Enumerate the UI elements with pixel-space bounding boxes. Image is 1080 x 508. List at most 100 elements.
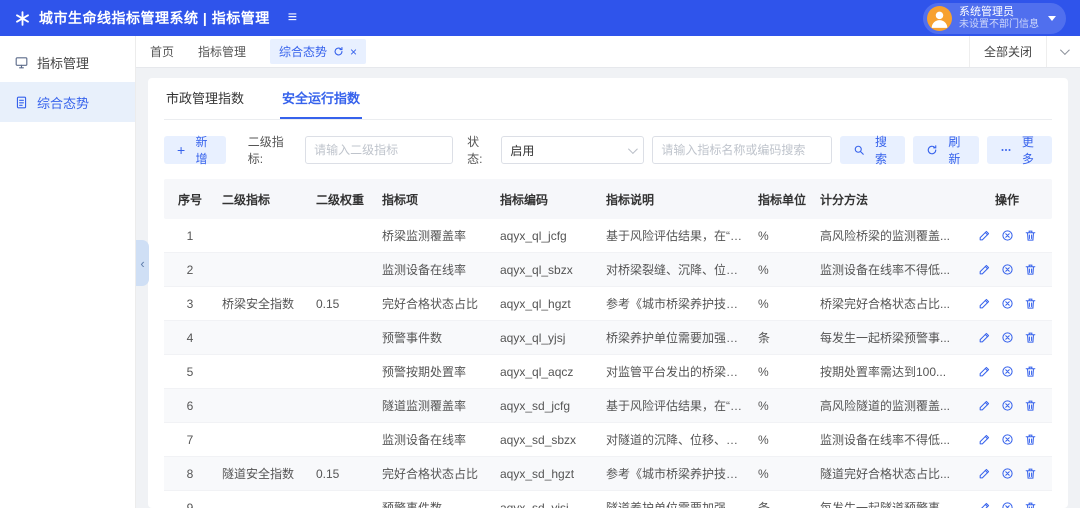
- chevron-down-icon: [628, 143, 639, 154]
- level-filter-input[interactable]: [305, 136, 454, 164]
- cell-desc: 隧道养护单位需要加强日常巡...: [606, 501, 752, 508]
- tab-safety-operation-index[interactable]: 安全运行指数: [280, 78, 363, 119]
- edit-icon[interactable]: [978, 433, 991, 446]
- more-button[interactable]: 更多: [986, 135, 1053, 166]
- user-menu[interactable]: 系统管理员 未设置不部门信息: [923, 2, 1066, 34]
- cell-unit: %: [758, 398, 769, 413]
- cell-item: 预警按期处置率: [382, 365, 467, 379]
- cell-method: 高风险隧道的监测覆盖...: [820, 399, 951, 413]
- cell-weight: 0.15: [316, 466, 340, 481]
- cell-no: 3: [186, 296, 194, 311]
- close-icon[interactable]: ×: [350, 46, 357, 58]
- delete-icon[interactable]: [1024, 399, 1037, 412]
- column-header: 二级权重: [316, 192, 365, 207]
- cell-method: 桥梁完好合格状态占比...: [820, 297, 951, 311]
- tab-comprehensive-situation[interactable]: 综合态势 ×: [270, 39, 367, 64]
- refresh-button[interactable]: 刷新: [913, 135, 979, 166]
- row-actions: [962, 331, 1052, 344]
- column-header: 指标编码: [500, 192, 549, 207]
- disable-icon[interactable]: [1001, 365, 1014, 378]
- hamburger-menu-icon[interactable]: ≡: [288, 9, 297, 27]
- tab-label: 综合态势: [279, 45, 328, 59]
- add-button[interactable]: + 新增: [164, 135, 226, 166]
- search-input[interactable]: [652, 136, 832, 164]
- indicators-table: 序号 二级指标 二级权重 指标项 指标编码 指标说明 指标单位 计分方法 操作 1 桥梁监测覆盖率…: [164, 179, 1052, 508]
- disable-icon[interactable]: [1001, 501, 1014, 508]
- disable-icon[interactable]: [1001, 433, 1014, 446]
- app-window: 城市生命线指标管理系统 | 指标管理 ≡ 系统管理员 未设置不部门信息 指标管理…: [0, 0, 1080, 508]
- delete-icon[interactable]: [1024, 297, 1037, 310]
- tab-home[interactable]: 首页: [150, 43, 174, 60]
- edit-icon[interactable]: [978, 399, 991, 412]
- cell-code: aqyx_sd_sbzx: [500, 432, 577, 447]
- tab-indicator-management[interactable]: 指标管理: [198, 43, 246, 60]
- cell-code: aqyx_ql_aqcz: [500, 364, 574, 379]
- edit-icon[interactable]: [978, 297, 991, 310]
- cell-code: aqyx_ql_sbzx: [500, 262, 573, 277]
- status-select[interactable]: 启用: [501, 136, 645, 164]
- row-actions: [962, 501, 1052, 508]
- tags-right-controls: 全部关闭: [968, 36, 1080, 67]
- user-department: 未设置不部门信息: [959, 18, 1039, 30]
- app-title: 城市生命线指标管理系统 | 指标管理: [39, 10, 270, 26]
- edit-icon[interactable]: [978, 501, 991, 508]
- delete-icon[interactable]: [1024, 229, 1037, 242]
- monitor-icon: [14, 55, 29, 70]
- cell-no: 1: [186, 228, 194, 243]
- refresh-button-label: 刷新: [948, 135, 961, 166]
- row-actions: [962, 229, 1052, 242]
- row-actions: [962, 433, 1052, 446]
- sidebar-collapse-handle[interactable]: ‹: [136, 240, 149, 286]
- table-row: 7 监测设备在线率 aqyx_sd_sbzx 对隧道的沉降、位移、裂缝、...% 监测设…: [164, 423, 1052, 457]
- level-filter-label: 二级指标:: [247, 135, 284, 166]
- sidebar-item-indicator-management[interactable]: 指标管理: [0, 42, 135, 82]
- table-row: 1 桥梁监测覆盖率 aqyx_ql_jcfg 基于风险评估结果，在“三高”桥...% 高…: [164, 219, 1052, 253]
- tab-municipal-index[interactable]: 市政管理指数: [164, 78, 246, 119]
- close-all-button[interactable]: 全部关闭: [968, 36, 1046, 67]
- table-row: 8 隧道安全指数 0.15 完好合格状态占比 aqyx_sd_hgzt 参考《城市桥梁养护…: [164, 457, 1052, 491]
- more-button-label: 更多: [1021, 135, 1034, 166]
- disable-icon[interactable]: [1001, 399, 1014, 412]
- delete-icon[interactable]: [1024, 433, 1037, 446]
- edit-icon[interactable]: [978, 331, 991, 344]
- cell-desc: 基于风险评估结果，在“三高”桥...: [606, 229, 752, 243]
- app-logo-icon: [14, 10, 31, 27]
- cell-item: 预警事件数: [382, 501, 443, 508]
- table-row: 9 预警事件数 aqyx_sd_yjsj 隧道养护单位需要加强日常巡... 条 每发生一起…: [164, 491, 1052, 508]
- cell-unit: %: [758, 228, 769, 243]
- delete-icon[interactable]: [1024, 331, 1037, 344]
- disable-icon[interactable]: [1001, 229, 1014, 242]
- sidebar-item-comprehensive-situation[interactable]: 综合态势: [0, 82, 135, 122]
- cell-method: 高风险桥梁的监测覆盖...: [820, 229, 951, 243]
- row-actions: [962, 399, 1052, 412]
- chevron-down-icon[interactable]: [1046, 36, 1080, 67]
- search-button-label: 搜索: [874, 135, 887, 166]
- edit-icon[interactable]: [978, 229, 991, 242]
- column-header: 操作: [994, 192, 1019, 207]
- topbar-left: 城市生命线指标管理系统 | 指标管理 ≡: [14, 8, 297, 28]
- sidebar-item-label: 综合态势: [37, 95, 90, 111]
- cell-no: 6: [186, 398, 194, 413]
- edit-icon[interactable]: [978, 467, 991, 480]
- edit-icon[interactable]: [978, 263, 991, 276]
- plus-icon: +: [177, 142, 186, 158]
- user-name: 系统管理员: [959, 5, 1014, 18]
- table-toolbar: + 新增 二级指标: 状态: 启用: [164, 120, 1053, 179]
- delete-icon[interactable]: [1024, 501, 1037, 508]
- delete-icon[interactable]: [1024, 263, 1037, 276]
- delete-icon[interactable]: [1024, 467, 1037, 480]
- search-button[interactable]: 搜索: [839, 135, 906, 166]
- cell-method: 监测设备在线率不得低...: [820, 263, 951, 277]
- disable-icon[interactable]: [1001, 331, 1014, 344]
- disable-icon[interactable]: [1001, 467, 1014, 480]
- cell-method: 隧道完好合格状态占比...: [820, 467, 951, 481]
- refresh-icon[interactable]: [333, 46, 344, 57]
- cell-unit: %: [758, 432, 769, 447]
- disable-icon[interactable]: [1001, 263, 1014, 276]
- column-header: 指标单位: [758, 192, 807, 207]
- cell-method: 按期处置率需达到100...: [820, 365, 947, 379]
- delete-icon[interactable]: [1024, 365, 1037, 378]
- disable-icon[interactable]: [1001, 297, 1014, 310]
- edit-icon[interactable]: [978, 365, 991, 378]
- column-header: 序号: [177, 192, 202, 207]
